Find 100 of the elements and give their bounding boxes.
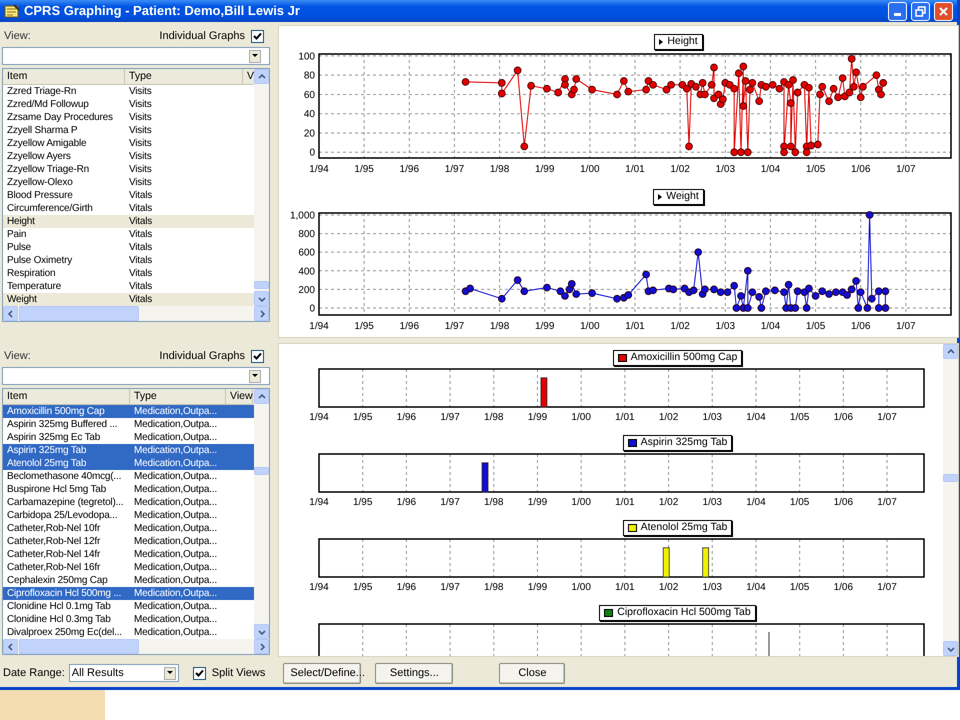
list-row[interactable]: Zzyellow Amigable Visits: [3, 137, 254, 150]
axis-label: 1/05: [806, 321, 826, 330]
column-header[interactable]: Item: [3, 69, 125, 85]
axis-label: 1/00: [571, 497, 591, 508]
dialog-button[interactable]: Settings...: [375, 662, 454, 684]
list-row[interactable]: Height Vitals: [3, 215, 254, 228]
list-row[interactable]: Aspirin 325mg Buffered ... Medication,Outpa...: [3, 418, 254, 431]
list-row[interactable]: Zzsame Day Procedures Visits: [3, 111, 254, 124]
axis-label: 1/96: [400, 164, 420, 175]
axis-label: 1/98: [484, 582, 504, 593]
list-row[interactable]: Clonidine Hcl 0.3mg Tab Medication,Outpa...: [3, 613, 254, 626]
list-cell-text: Vitals: [128, 280, 154, 293]
axis-label: 80: [304, 70, 315, 82]
list-cell-text: Catheter,Rob-Nel 16fr: [6, 561, 102, 574]
axis-label: 1/94: [309, 412, 329, 423]
legend-label: Amoxicillin 500mg Cap: [630, 350, 738, 366]
column-header[interactable]: Type: [125, 69, 243, 85]
axis-label: 1/03: [716, 321, 736, 330]
checkbox-label: Individual Graphs: [159, 28, 245, 44]
list-row[interactable]: Atenolol 25mg Tab Medication,Outpa...: [3, 457, 254, 470]
axis-label: 1/99: [528, 497, 548, 508]
list-row[interactable]: Weight Vitals: [3, 293, 254, 306]
list-row[interactable]: Catheter,Rob-Nel 12fr Medication,Outpa...: [3, 535, 254, 548]
axis-label: 60: [304, 90, 315, 101]
list-cell-text: Vitals: [128, 267, 154, 280]
axis-label: 1/97: [444, 321, 464, 330]
axis-label: 1/04: [760, 321, 780, 330]
axis-label: 600: [298, 248, 315, 259]
list-row[interactable]: Circumference/Girth Vitals: [3, 202, 254, 215]
axis-label: 1/97: [440, 582, 460, 593]
list-cell-text: Medication,Outpa...: [133, 509, 218, 522]
list-row[interactable]: Clonidine Hcl 0.1mg Tab Medication,Outpa...: [3, 600, 254, 613]
axis-label: 1/01: [625, 164, 645, 175]
legend-label: Ciprofloxacin Hcl 500mg Tab: [617, 605, 751, 620]
list-cell-text: Carbidopa 25/Levodopa...: [6, 509, 118, 522]
axis-label: 1/01: [615, 582, 635, 593]
axis-label: 800: [298, 229, 315, 240]
axis-label: 1/02: [658, 582, 678, 593]
list-row[interactable]: Cephalexin 250mg Cap Medication,Outpa...: [3, 574, 254, 587]
legend-label: Aspirin 325mg Tab: [640, 435, 728, 450]
list-row[interactable]: Zzred/Md Followup Visits: [3, 98, 254, 111]
axis-label: 1/99: [534, 321, 554, 330]
list-row[interactable]: Respiration Vitals: [3, 267, 254, 280]
list-row[interactable]: Zzyellow Triage-Rn Visits: [3, 163, 254, 176]
list-row[interactable]: Zzyell Sharma P Visits: [3, 124, 254, 137]
list-cell-text: Weight: [6, 293, 38, 306]
list-cell-text: Visits: [128, 150, 153, 163]
list-row[interactable]: Aspirin 325mg Tab Medication,Outpa...: [3, 444, 254, 457]
list-row[interactable]: Zzyellow-Olexo Visits: [3, 176, 254, 189]
axis-label: 1/02: [658, 412, 678, 423]
list-row[interactable]: Divalproex 250mg Ec(del... Medication,Outpa...: [3, 626, 254, 639]
axis-label: 1/99: [528, 582, 548, 593]
list-row[interactable]: Pain Vitals: [3, 228, 254, 241]
list-row[interactable]: Catheter,Rob-Nel 16fr Medication,Outpa...: [3, 561, 254, 574]
list-row[interactable]: Pulse Vitals: [3, 241, 254, 254]
axis-label: 400: [298, 266, 315, 278]
list-cell-text: Zzred/Md Followup: [6, 98, 90, 111]
list-row[interactable]: Beclomethasone 40mcg(... Medication,Outpa...: [3, 470, 254, 483]
axis-label: 40: [304, 109, 315, 120]
list-row[interactable]: Buspirone Hcl 5mg Tab Medication,Outpa...: [3, 483, 254, 496]
list-row[interactable]: Blood Pressure Vitals: [3, 189, 254, 202]
axis-label: 0: [309, 148, 315, 159]
list-cell-text: Atenolol 25mg Tab: [6, 457, 88, 470]
list-cell-text: Catheter,Rob-Nel 10fr: [6, 522, 102, 535]
axis-label: 1/97: [440, 497, 460, 508]
axis-label: 1/07: [877, 497, 897, 508]
list-cell-text: Visits: [128, 163, 153, 176]
list-row[interactable]: Catheter,Rob-Nel 10fr Medication,Outpa...: [3, 522, 254, 535]
list-cell-text: Height: [6, 215, 36, 228]
list-row[interactable]: Aspirin 325mg Ec Tab Medication,Outpa...: [3, 431, 254, 444]
list-cell-text: Medication,Outpa...: [133, 431, 218, 444]
list-row[interactable]: Temperature Vitals: [3, 280, 254, 293]
list-row[interactable]: Catheter,Rob-Nel 14fr Medication,Outpa...: [3, 548, 254, 561]
list-cell-text: Medication,Outpa...: [133, 457, 218, 470]
axis-label: 1/98: [484, 412, 504, 423]
list-row[interactable]: Pulse Oximetry Vitals: [3, 254, 254, 267]
list-cell-text: Vitals: [128, 202, 154, 215]
list-row[interactable]: Zzyellow Ayers Visits: [3, 150, 254, 163]
date-range-dropdown[interactable]: All Results: [68, 664, 179, 682]
axis-label: 1/03: [716, 164, 736, 175]
dialog-button[interactable]: Close: [499, 662, 566, 684]
list-cell-text: Vitals: [128, 215, 154, 228]
list-row[interactable]: Carbidopa 25/Levodopa... Medication,Outpa...: [3, 509, 254, 522]
list-row[interactable]: Amoxicillin 500mg Cap Medication,Outpa...: [3, 405, 254, 418]
axis-label: 1/94: [309, 164, 329, 175]
axis-label: 1/06: [850, 164, 870, 175]
axis-label: 1/97: [440, 412, 460, 423]
list-cell-text: Vitals: [128, 293, 154, 306]
list-cell-text: Cephalexin 250mg Cap: [6, 574, 109, 587]
list-cell-text: Medication,Outpa...: [133, 470, 218, 483]
axis-label: 1/99: [528, 412, 548, 423]
list-row[interactable]: Zzred Triage-Rn Visits: [3, 85, 254, 98]
list-cell-text: Medication,Outpa...: [133, 613, 218, 626]
list-row[interactable]: Carbamazepine (tegretol)... Medication,Outpa...: [3, 496, 254, 509]
dialog-button[interactable]: Select/Define...: [283, 662, 362, 684]
axis-label: 1/03: [702, 582, 722, 593]
axis-label: 1,000: [290, 210, 315, 222]
list-cell-text: Medication,Outpa...: [133, 626, 218, 639]
list-row[interactable]: Ciprofloxacin Hcl 500mg ... Medication,Outpa...: [3, 587, 254, 600]
window-title: CPRS Graphing - Patient: Demo,Bill Lewis Jr: [24, 2, 301, 20]
